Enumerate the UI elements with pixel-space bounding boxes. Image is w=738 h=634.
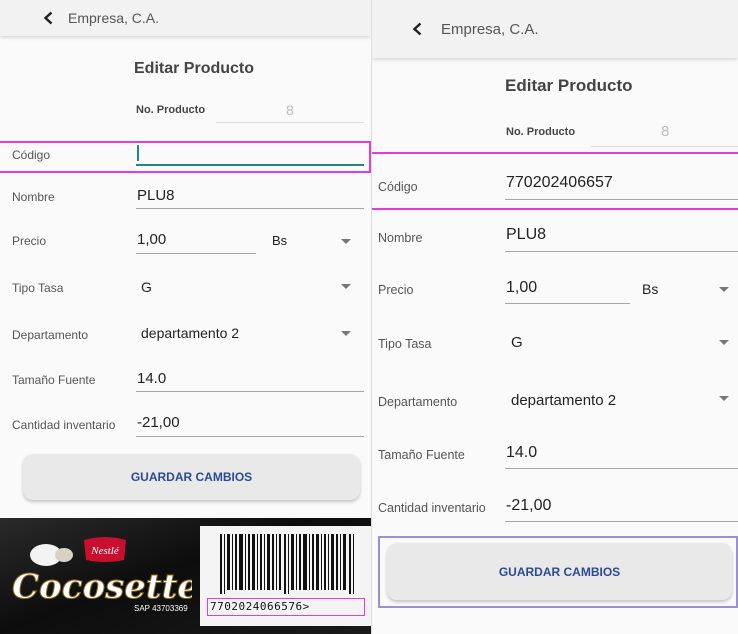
tipo-tasa-select[interactable]: G	[141, 279, 152, 295]
cantidad-label: Cantidad inventario	[12, 418, 116, 432]
departamento-label: Departamento	[378, 395, 458, 409]
page-title: Editar Producto	[505, 76, 633, 95]
tamano-fuente-label: Tamaño Fuente	[12, 373, 96, 387]
back-arrow-icon[interactable]	[38, 7, 60, 29]
codigo-highlight-top	[372, 152, 738, 154]
save-button[interactable]: GUARDAR CAMBIOS	[387, 543, 732, 600]
nombre-label: Nombre	[12, 190, 55, 204]
departamento-dropdown-icon[interactable]	[719, 396, 729, 401]
cantidad-label: Cantidad inventario	[378, 501, 486, 515]
currency-dropdown-icon[interactable]	[341, 239, 351, 244]
page-title: Editar Producto	[134, 60, 255, 77]
coconut-half-icon	[55, 548, 73, 562]
tamano-fuente-input[interactable]: 14.0	[506, 444, 537, 462]
tamano-fuente-underline	[505, 468, 738, 469]
barcode-icon	[220, 534, 354, 594]
tipo-tasa-label: Tipo Tasa	[378, 337, 432, 351]
precio-label: Precio	[12, 234, 47, 248]
codigo-label: Código	[378, 180, 418, 194]
precio-underline	[505, 303, 630, 304]
cantidad-input[interactable]: -21,00	[137, 414, 180, 431]
cantidad-input[interactable]: -21,00	[506, 497, 551, 515]
currency-dropdown-icon[interactable]	[719, 287, 729, 292]
back-arrow-icon[interactable]	[407, 18, 429, 40]
svg-text:Nestlé: Nestlé	[90, 545, 120, 557]
tamano-fuente-input[interactable]: 14.0	[137, 370, 166, 387]
nombre-input[interactable]: PLU8	[137, 187, 175, 204]
codigo-underline	[505, 199, 738, 200]
codigo-highlight-box	[0, 141, 371, 173]
nombre-underline	[505, 251, 738, 252]
product-no-underline	[591, 146, 738, 147]
app-title: Empresa, C.A.	[68, 10, 160, 26]
nombre-input[interactable]: PLU8	[506, 226, 546, 244]
product-no-value: 8	[661, 123, 670, 140]
cantidad-underline	[136, 436, 364, 437]
nombre-underline	[136, 208, 364, 209]
product-photo: Nestlé Cocosette SAP 43703369 7702024066…	[0, 518, 371, 634]
codigo-highlight-bottom	[372, 208, 738, 210]
product-no-underline	[216, 122, 364, 123]
codigo-input[interactable]: 770202406657	[506, 174, 613, 192]
app-title: Empresa, C.A.	[441, 20, 539, 38]
product-no-value: 8	[286, 102, 294, 118]
left-screen: Empresa, C.A. Editar Producto No. Produc…	[0, 0, 371, 634]
precio-label: Precio	[378, 283, 414, 297]
precio-input[interactable]: 1,00	[506, 279, 537, 297]
sap-code: SAP 43703369	[134, 604, 188, 613]
tamano-fuente-label: Tamaño Fuente	[378, 448, 465, 462]
svg-text:Cocosette: Cocosette	[12, 567, 192, 607]
right-screen: Empresa, C.A. Editar Producto No. Produc…	[371, 0, 738, 634]
product-no-label: No. Producto	[136, 104, 206, 116]
tamano-fuente-underline	[136, 391, 364, 392]
currency-select[interactable]: Bs	[272, 233, 287, 248]
departamento-label: Departamento	[12, 328, 89, 342]
product-no-label: No. Producto	[506, 126, 576, 138]
nombre-label: Nombre	[378, 231, 423, 245]
tipo-tasa-label: Tipo Tasa	[12, 281, 64, 295]
precio-underline	[136, 253, 256, 254]
save-button[interactable]: GUARDAR CAMBIOS	[23, 454, 360, 500]
tipo-tasa-dropdown-icon[interactable]	[719, 340, 729, 345]
app-bar: Empresa, C.A.	[0, 0, 371, 36]
app-bar: Empresa, C.A.	[372, 0, 738, 58]
cantidad-underline	[505, 521, 738, 522]
precio-input[interactable]: 1,00	[137, 231, 166, 248]
tipo-tasa-select[interactable]: G	[511, 334, 523, 351]
nestle-logo: Nestlé	[84, 537, 126, 562]
currency-select[interactable]: Bs	[642, 281, 658, 297]
departamento-dropdown-icon[interactable]	[341, 331, 351, 336]
tipo-tasa-dropdown-icon[interactable]	[341, 284, 351, 289]
barcode-highlight-box	[207, 598, 365, 616]
departamento-select[interactable]: departamento 2	[511, 392, 616, 409]
departamento-select[interactable]: departamento 2	[141, 325, 239, 341]
